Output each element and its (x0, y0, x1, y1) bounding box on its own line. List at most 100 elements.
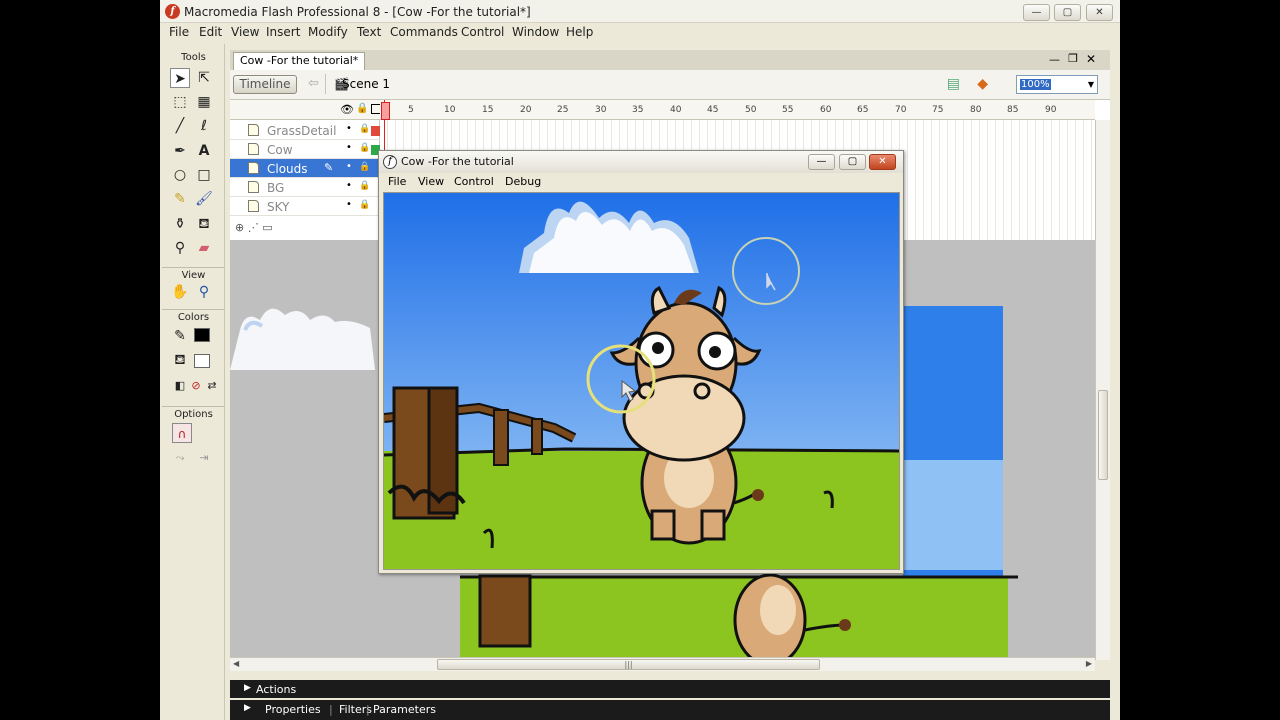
lock-icon[interactable]: 🔒 (359, 143, 370, 153)
frame-number: 55 (782, 105, 794, 115)
ink-bottle-tool-icon[interactable]: ⚱ (170, 214, 190, 234)
lasso-tool-icon[interactable]: ℓ (194, 116, 214, 136)
timeline-vscroll[interactable] (1095, 120, 1110, 240)
menu-window[interactable]: Window (512, 25, 559, 39)
player-close-button[interactable]: ✕ (869, 154, 896, 170)
lock-icon[interactable]: 🔒 (356, 103, 368, 114)
straighten-icon[interactable]: ⇥ (194, 448, 214, 468)
zoom-tool-icon[interactable]: ⚲ (194, 282, 214, 302)
insert-layer-icon[interactable]: ⊕ (235, 221, 244, 234)
fill-color-icon[interactable]: ⛾ (170, 350, 190, 370)
menu-text[interactable]: Text (357, 25, 381, 39)
stage-hscroll[interactable]: ◀ ||| ▶ (230, 657, 1095, 671)
pen-tool-icon[interactable]: ✒ (170, 141, 190, 161)
player-menu-debug[interactable]: Debug (505, 175, 541, 188)
frame-ruler: 5 10 15 20 25 30 35 40 45 50 55 60 65 70… (380, 100, 1095, 120)
parameters-tab[interactable]: Parameters (373, 703, 436, 716)
menu-edit[interactable]: Edit (199, 25, 222, 39)
edit-symbols-icon[interactable]: ◆ (977, 76, 988, 92)
eye-icon[interactable]: 👁 (340, 103, 354, 116)
selection-tool-icon[interactable]: ➤ (170, 68, 190, 88)
menu-insert[interactable]: Insert (266, 25, 300, 39)
player-menu-bar: File View Control Debug (379, 173, 903, 191)
edit-scene-icon[interactable]: ▤ (947, 76, 960, 92)
eyedropper-tool-icon[interactable]: ⚲ (170, 238, 190, 258)
player-menu-view[interactable]: View (418, 175, 444, 188)
swap-colors-icon[interactable]: ⇄ (202, 376, 222, 396)
actions-panel-bar[interactable]: ▶ Actions (230, 680, 1110, 698)
stage-vscroll[interactable] (1095, 240, 1110, 660)
flash-player-icon: f (383, 155, 397, 169)
properties-panel-bar[interactable]: ▶ Properties | Filters | Parameters (230, 700, 1110, 720)
timeline-toggle-button[interactable]: Timeline (233, 75, 297, 94)
stroke-color-swatch[interactable] (194, 328, 210, 342)
smooth-icon[interactable]: ⤳ (170, 448, 190, 468)
add-guide-layer-icon[interactable]: ⋰ (248, 221, 259, 234)
lock-icon[interactable]: 🔒 (359, 181, 370, 191)
zoom-select[interactable]: 100% ▼ (1016, 75, 1098, 94)
layer-clouds[interactable]: Clouds ✎ • 🔒 (230, 159, 380, 178)
expand-triangle-icon[interactable]: ▶ (244, 703, 251, 713)
menu-file[interactable]: File (169, 25, 189, 39)
player-menu-control[interactable]: Control (454, 175, 494, 188)
back-arrow-icon[interactable]: ⇦ (308, 76, 319, 91)
visibility-dot-icon[interactable]: • (346, 142, 352, 153)
rectangle-tool-icon[interactable]: □ (194, 165, 214, 185)
frame-number: 40 (670, 105, 682, 115)
frame-number: 70 (895, 105, 907, 115)
vscroll-thumb[interactable] (1098, 390, 1108, 480)
subselection-tool-icon[interactable]: ⇱ (194, 68, 214, 88)
hscroll-thumb[interactable]: ||| (437, 659, 820, 670)
brush-tool-icon[interactable]: 🖌 (194, 189, 214, 209)
expand-triangle-icon[interactable]: ▶ (244, 683, 251, 693)
player-maximize-button[interactable]: ▢ (839, 154, 866, 170)
layer-sky[interactable]: SKY • 🔒 (230, 197, 380, 216)
player-minimize-button[interactable]: — (808, 154, 835, 170)
tools-panel: Tools ➤ ⇱ ⬚ ▦ ╱ ℓ ✒ A ○ □ ✎ 🖌 ⚱ ⛾ ⚲ ▰ Vi… (162, 44, 225, 720)
line-tool-icon[interactable]: ╱ (170, 116, 190, 136)
doc-minimize-icon[interactable]: — (1049, 53, 1060, 66)
layer-page-icon (248, 181, 259, 193)
layer-bg[interactable]: BG • 🔒 (230, 178, 380, 197)
free-transform-tool-icon[interactable]: ⬚ (170, 92, 190, 112)
lock-icon[interactable]: 🔒 (359, 162, 370, 172)
doc-close-icon[interactable]: ✕ (1086, 52, 1096, 66)
eraser-tool-icon[interactable]: ▰ (194, 238, 214, 258)
menu-view[interactable]: View (231, 25, 259, 39)
layer-cow[interactable]: Cow • 🔒 (230, 140, 381, 159)
visibility-dot-icon[interactable]: • (346, 180, 352, 191)
visibility-dot-icon[interactable]: • (346, 199, 352, 210)
gradient-transform-tool-icon[interactable]: ▦ (194, 92, 214, 112)
document-tab[interactable]: Cow -For the tutorial* (233, 52, 366, 70)
menu-help[interactable]: Help (566, 25, 593, 39)
insert-folder-icon[interactable]: ▭ (262, 221, 272, 234)
pencil-tool-icon[interactable]: ✎ (170, 189, 190, 209)
movie-viewport[interactable] (383, 192, 900, 570)
maximize-button[interactable]: ▢ (1054, 4, 1081, 21)
visibility-dot-icon[interactable]: • (346, 161, 352, 172)
minimize-button[interactable]: — (1023, 4, 1050, 21)
frame-number: 15 (482, 105, 494, 115)
menu-commands[interactable]: Commands (390, 25, 458, 39)
text-tool-icon[interactable]: A (194, 141, 214, 161)
doc-restore-icon[interactable]: ❐ (1068, 52, 1078, 65)
snap-to-objects-icon[interactable]: ∩ (172, 423, 192, 443)
frame-number: 5 (408, 105, 414, 115)
properties-tab[interactable]: Properties (265, 703, 321, 716)
hand-tool-icon[interactable]: ✋ (170, 282, 190, 302)
visibility-dot-icon[interactable]: • (346, 123, 352, 134)
menu-control[interactable]: Control (461, 25, 504, 39)
lock-icon[interactable]: 🔒 (359, 124, 370, 134)
fill-color-swatch[interactable] (194, 354, 210, 368)
paint-bucket-tool-icon[interactable]: ⛾ (194, 214, 214, 234)
player-menu-file[interactable]: File (388, 175, 406, 188)
scroll-left-icon[interactable]: ◀ (233, 659, 239, 668)
scroll-right-icon[interactable]: ▶ (1086, 659, 1092, 668)
menu-modify[interactable]: Modify (308, 25, 348, 39)
close-button[interactable]: ✕ (1086, 4, 1113, 21)
lock-icon[interactable]: 🔒 (359, 200, 370, 210)
layer-grassdetail[interactable]: GrassDetail • 🔒 (230, 121, 381, 140)
oval-tool-icon[interactable]: ○ (170, 165, 190, 185)
stroke-color-icon[interactable]: ✎ (170, 326, 190, 346)
player-title-bar[interactable]: f Cow -For the tutorial — ▢ ✕ (379, 151, 903, 173)
